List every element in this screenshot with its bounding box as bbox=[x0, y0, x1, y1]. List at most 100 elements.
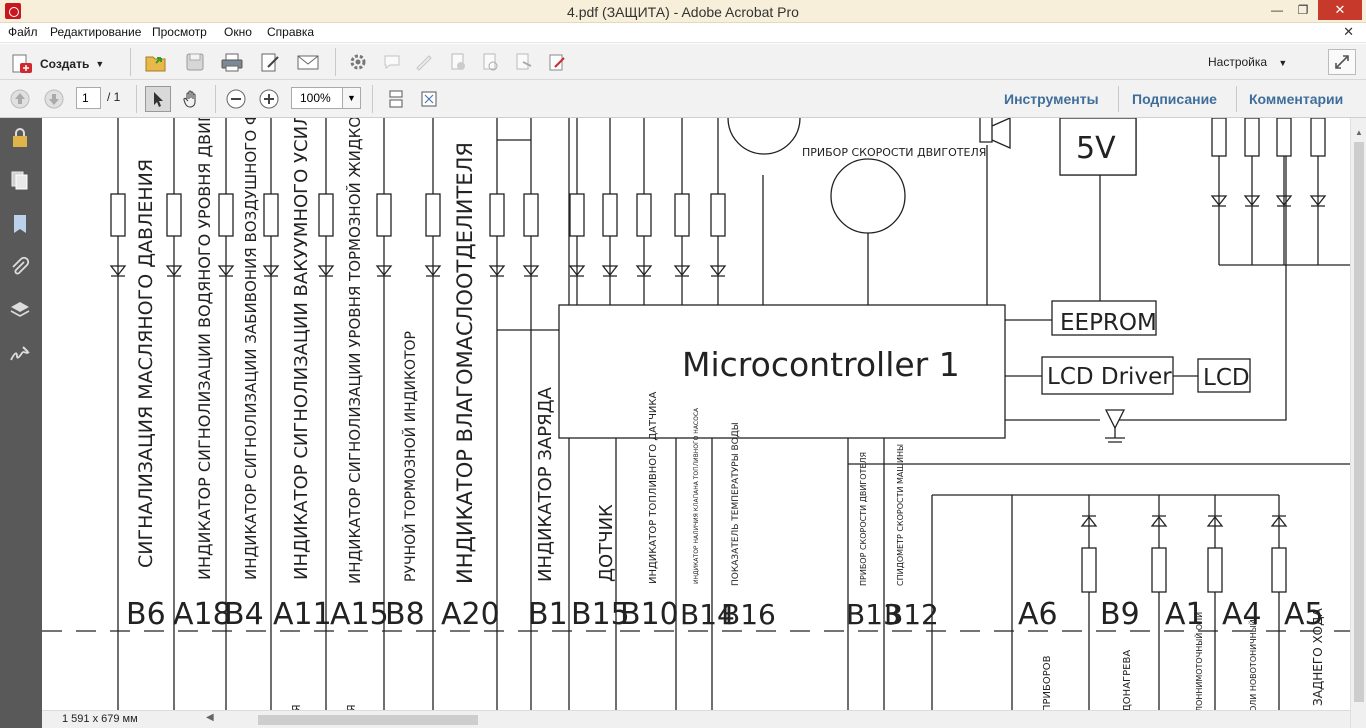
toolbar-divider bbox=[335, 48, 336, 76]
signal-label: ПОКАЗАТЕЛЬ ТЕМПЕРАТУРЫ ВОДЫ bbox=[731, 422, 741, 586]
signal-label: ИНДИКАТОР СИГНОЛИЗАЦИИ ВАКУУМНОГО УСИЛИТ bbox=[291, 118, 312, 580]
open-folder-icon[interactable] bbox=[143, 50, 169, 74]
eeprom-label: EEPROM bbox=[1060, 310, 1157, 336]
vertical-scrollbar[interactable]: ▲ bbox=[1350, 118, 1366, 728]
lock-icon[interactable] bbox=[8, 126, 32, 150]
edit-document-icon[interactable] bbox=[257, 50, 283, 74]
lcd-driver-label: LCD Driver bbox=[1047, 364, 1172, 390]
signal-label: ИНДИКАТОР ЗАРЯДА bbox=[535, 386, 556, 582]
create-button[interactable]: Создать ▼ bbox=[10, 52, 104, 76]
chevron-down-icon: ▼ bbox=[1278, 58, 1288, 68]
page-number-input[interactable]: 1 bbox=[76, 87, 101, 109]
pin-label: B12 bbox=[884, 598, 939, 631]
signal-label: ИНДИКАТОР ВЛАГОМАСЛООТДЕЛИТЕЛЯ bbox=[453, 142, 477, 584]
gear-icon[interactable] bbox=[346, 50, 370, 74]
expand-view-icon[interactable] bbox=[1328, 49, 1356, 75]
email-icon[interactable] bbox=[295, 50, 321, 74]
signal-label: ИНДИКАТОР ТОПЛИВНОГО ДАТЧИКА bbox=[648, 391, 659, 584]
signal-label: РУЧНОЙ ТОРМОЗНОЙ ИНДИКОТОР bbox=[401, 331, 419, 582]
microcontroller-label: Microcontroller 1 bbox=[682, 345, 960, 384]
menu-bar: Файл Редактирование Просмотр Окно Справк… bbox=[0, 23, 1366, 43]
chevron-down-icon[interactable]: ▼ bbox=[342, 88, 360, 108]
pin-label: A20 bbox=[441, 597, 500, 632]
hand-tool-icon[interactable] bbox=[178, 86, 204, 112]
page-total: / 1 bbox=[107, 90, 121, 104]
page-thumbnails-icon[interactable] bbox=[8, 168, 32, 192]
window-title: 4.pdf (ЗАЩИТА) - Adobe Acrobat Pro bbox=[567, 4, 799, 20]
scrolling-mode-icon[interactable] bbox=[384, 87, 408, 111]
horizontal-scrollbar[interactable]: ◀ ▶ bbox=[204, 712, 1366, 727]
signal-label: ПРИБОР СКОРОСТИ ДВИГОТЕЛЯ bbox=[859, 452, 868, 586]
toolbar-divider bbox=[136, 85, 137, 113]
page-dimensions: 1 591 x 679 мм bbox=[62, 713, 138, 725]
bottom-fragment-label: ДОНАГРЕВА bbox=[1122, 650, 1133, 710]
pin-label: A18 bbox=[173, 597, 232, 632]
attachment-icon[interactable] bbox=[8, 256, 32, 280]
pin-label: B16 bbox=[721, 598, 776, 631]
pin-label: B10 bbox=[620, 597, 679, 632]
scroll-thumb[interactable] bbox=[1354, 142, 1364, 702]
sign-panel-link[interactable]: Подписание bbox=[1132, 91, 1217, 107]
schematic-drawing: ПРИБОР СКОРОСТИ ДВИГОТЕЛЯ 5V Microcontro… bbox=[42, 118, 1350, 710]
pin-label: A6 bbox=[1018, 597, 1058, 632]
customize-dropdown[interactable]: Настройка ▼ bbox=[1208, 55, 1287, 69]
comment-icon bbox=[380, 50, 404, 74]
delete-page-icon bbox=[446, 50, 470, 74]
zoom-level-select[interactable]: 100% ▼ bbox=[291, 87, 361, 109]
menu-window[interactable]: Окно bbox=[224, 25, 252, 39]
motor-speed-label: ПРИБОР СКОРОСТИ ДВИГОТЕЛЯ bbox=[802, 146, 986, 159]
lcd-label: LCD bbox=[1203, 365, 1250, 391]
zoom-value: 100% bbox=[300, 91, 331, 105]
toolbar-divider bbox=[130, 48, 131, 76]
power-supply-label: 5V bbox=[1076, 131, 1116, 166]
pin-label: B6 bbox=[126, 597, 166, 632]
form-edit-icon[interactable] bbox=[545, 50, 569, 74]
close-document-icon[interactable]: ✕ bbox=[1343, 24, 1354, 40]
bottom-fragment-label: ОЛИ НОВОТОНИЧНЫЙ bbox=[1247, 619, 1258, 710]
restore-button[interactable]: ❐ bbox=[1290, 0, 1316, 20]
rotate-page-icon bbox=[478, 50, 502, 74]
navigation-toolbar: / 1 Инструменты Подписание Комментарии bbox=[0, 80, 1366, 118]
menu-file[interactable]: Файл bbox=[8, 25, 38, 39]
status-bar: 1 591 x 679 мм ◀ ▶ bbox=[42, 710, 1350, 728]
tools-panel-link[interactable]: Инструменты bbox=[1004, 91, 1099, 107]
previous-page-icon[interactable] bbox=[9, 88, 31, 110]
pin-label: A11 bbox=[273, 597, 332, 632]
extract-page-icon bbox=[511, 50, 535, 74]
toolbar-divider bbox=[372, 85, 373, 113]
pin-label: B4 bbox=[224, 597, 264, 632]
menu-edit[interactable]: Редактирование bbox=[50, 25, 141, 39]
signal-label: СИГНАЛИЗАЦИЯ МАСЛЯНОГО ДАВЛЕНИЯ bbox=[135, 159, 157, 568]
next-page-icon[interactable] bbox=[43, 88, 65, 110]
title-bar: 4.pdf (ЗАЩИТА) - Adobe Acrobat Pro — ❐ ✕ bbox=[0, 0, 1366, 23]
select-tool-icon[interactable] bbox=[145, 86, 171, 112]
pin-label: A15 bbox=[330, 597, 389, 632]
close-window-button[interactable]: ✕ bbox=[1318, 0, 1362, 20]
fit-page-icon[interactable] bbox=[417, 87, 441, 111]
menu-help[interactable]: Справка bbox=[267, 25, 314, 39]
bookmark-icon[interactable] bbox=[8, 212, 32, 236]
scroll-up-icon[interactable]: ▲ bbox=[1351, 128, 1366, 137]
signatures-icon[interactable] bbox=[8, 342, 32, 366]
signal-label: ДОТЧИК bbox=[596, 504, 617, 582]
highlight-icon bbox=[412, 50, 436, 74]
menu-view[interactable]: Просмотр bbox=[152, 25, 207, 39]
layers-icon[interactable] bbox=[8, 298, 32, 322]
print-icon[interactable] bbox=[219, 50, 245, 74]
minimize-button[interactable]: — bbox=[1264, 0, 1290, 20]
create-label: Создать bbox=[40, 57, 90, 71]
signal-label: ИНДИКАТОР СИГНОЛИЗАЦИИ УРОВНЯ ТОРМОЗНОЙ … bbox=[345, 118, 364, 584]
zoom-in-icon[interactable] bbox=[258, 88, 280, 110]
signal-label: ИНДИКАТОР СИГНОЛИЗАЦИИ ВОДЯНОГО УРОВНЯ Д… bbox=[195, 118, 214, 580]
document-view[interactable]: ПРИБОР СКОРОСТИ ДВИГОТЕЛЯ 5V Microcontro… bbox=[42, 118, 1350, 710]
toolbar-divider bbox=[215, 85, 216, 113]
save-icon[interactable] bbox=[182, 50, 208, 74]
signal-label: ИНДИКАТОР СИГНОЛИЗАЦИИ ЗАБИВОНИЯ ВОЗДУШН… bbox=[242, 118, 260, 580]
customize-label: Настройка bbox=[1208, 55, 1268, 69]
scroll-thumb[interactable] bbox=[258, 715, 478, 725]
bottom-fragment-label: ПРИБОРОВ bbox=[1042, 655, 1053, 710]
scroll-left-icon[interactable]: ◀ bbox=[206, 712, 214, 723]
signal-label: СПИДОМЕТР СКОРОСТИ МАШИНЫ bbox=[896, 444, 905, 586]
comments-panel-link[interactable]: Комментарии bbox=[1249, 91, 1343, 107]
zoom-out-icon[interactable] bbox=[225, 88, 247, 110]
